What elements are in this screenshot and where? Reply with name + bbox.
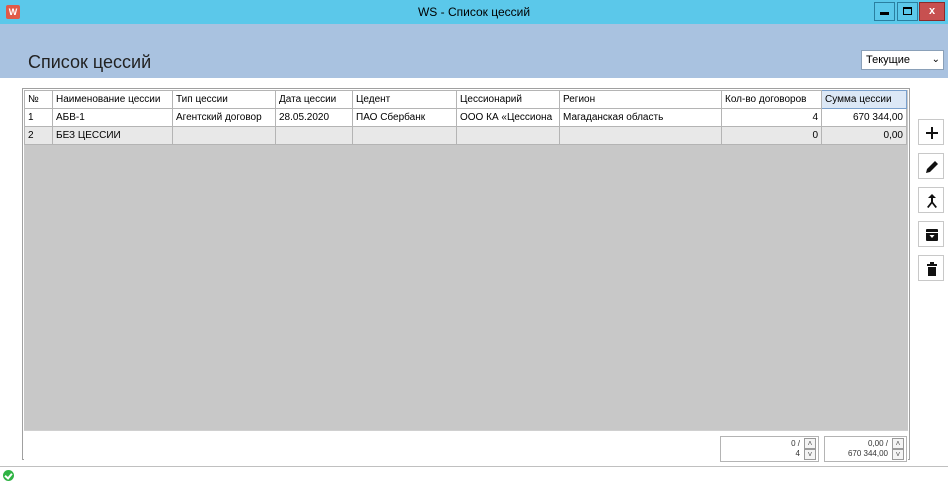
grid-area: № Наименование цессии Тип цессии Дата це… (24, 90, 908, 430)
table-row[interactable]: 1 АБВ-1 Агентский договор 28.05.2020 ПАО… (24, 108, 907, 127)
delete-button[interactable] (918, 255, 944, 281)
count-total: 4 (795, 449, 800, 458)
maximize-icon (903, 7, 912, 15)
count-spinner[interactable]: ˄ ˅ (804, 438, 816, 460)
summary-values: 0 / 4 (791, 439, 800, 459)
cell-type[interactable]: Агентский договор (172, 108, 276, 127)
status-bar (0, 466, 948, 484)
column-header-sum[interactable]: Сумма цессии (821, 90, 907, 109)
page-title: Список цессий (28, 52, 152, 72)
title-bar: W WS - Список цессий x (0, 0, 948, 24)
filter-selected-value: Текущие (866, 54, 910, 66)
sum-summary: 0,00 / 670 344,00 ˄ ˅ (824, 436, 907, 462)
header-band: Список цессий Текущие ⌄ (0, 24, 948, 78)
chevron-down-icon: ⌄ (931, 54, 940, 65)
maximize-button[interactable] (897, 2, 918, 21)
cell-region[interactable]: Магаданская область (559, 108, 722, 127)
merge-button[interactable] (918, 187, 944, 213)
cell-cedent[interactable]: ПАО Сбербанк (352, 108, 457, 127)
column-header-contracts-count[interactable]: Кол-во договоров (721, 90, 822, 109)
chevron-up-icon[interactable]: ˄ (804, 438, 816, 449)
cell-cedent[interactable] (352, 126, 457, 145)
column-header-cessionary[interactable]: Цессионарий (456, 90, 560, 109)
summary-values: 0,00 / 670 344,00 (848, 439, 888, 459)
chevron-down-icon[interactable]: ˅ (804, 449, 816, 460)
cell-contracts-count[interactable]: 4 (721, 108, 822, 127)
cell-date[interactable]: 28.05.2020 (275, 108, 353, 127)
cell-cessionary[interactable]: ООО КА «Цессиона (456, 108, 560, 127)
close-button[interactable]: x (919, 2, 945, 21)
edit-icon (926, 161, 938, 173)
chevron-up-icon[interactable]: ˄ (892, 438, 904, 449)
minimize-icon (880, 12, 889, 15)
chevron-down-icon[interactable]: ˅ (892, 449, 904, 460)
cell-number[interactable]: 2 (24, 126, 53, 145)
cell-date[interactable] (275, 126, 353, 145)
archive-icon (926, 229, 938, 241)
cession-grid-frame: № Наименование цессии Тип цессии Дата це… (22, 88, 910, 462)
column-header-cedent[interactable]: Цедент (352, 90, 457, 109)
window-title: WS - Список цессий (417, 5, 531, 19)
table-header-row: № Наименование цессии Тип цессии Дата це… (24, 90, 907, 109)
column-header-number[interactable]: № (24, 90, 53, 109)
minimize-button[interactable] (874, 2, 895, 21)
sum-total: 670 344,00 (847, 449, 888, 458)
cell-region[interactable] (559, 126, 722, 145)
cell-name[interactable]: АБВ-1 (52, 108, 173, 127)
column-header-name[interactable]: Наименование цессии (52, 90, 173, 109)
check-circle-icon (3, 470, 14, 481)
sum-spinner[interactable]: ˄ ˅ (892, 438, 904, 460)
filter-dropdown[interactable]: Текущие ⌄ (861, 50, 944, 70)
cell-sum[interactable]: 670 344,00 (821, 108, 907, 127)
archive-button[interactable] (918, 221, 944, 247)
contracts-count-summary: 0 / 4 ˄ ˅ (720, 436, 819, 462)
cell-name[interactable]: БЕЗ ЦЕССИИ (52, 126, 173, 145)
grid-footer: 0 / 4 ˄ ˅ 0,00 / 670 344,00 ˄ ˅ (24, 430, 908, 462)
delete-icon (927, 262, 937, 276)
column-header-date[interactable]: Дата цессии (275, 90, 353, 109)
add-icon (926, 127, 938, 139)
cession-table: № Наименование цессии Тип цессии Дата це… (24, 90, 907, 145)
cell-type[interactable] (172, 126, 276, 145)
cell-number[interactable]: 1 (24, 108, 53, 127)
count-selected: 0 / (791, 439, 800, 448)
cell-sum[interactable]: 0,00 (821, 126, 907, 145)
cell-contracts-count[interactable]: 0 (721, 126, 822, 145)
cell-cessionary[interactable] (456, 126, 560, 145)
edit-button[interactable] (918, 153, 944, 179)
sum-selected: 0,00 / (867, 439, 888, 448)
table-row[interactable]: 2 БЕЗ ЦЕССИИ 0 0,00 (24, 126, 907, 145)
column-header-region[interactable]: Регион (559, 90, 722, 109)
merge-icon (927, 194, 937, 208)
column-header-type[interactable]: Тип цессии (172, 90, 276, 109)
add-button[interactable] (918, 119, 944, 145)
close-icon: x (928, 5, 936, 17)
